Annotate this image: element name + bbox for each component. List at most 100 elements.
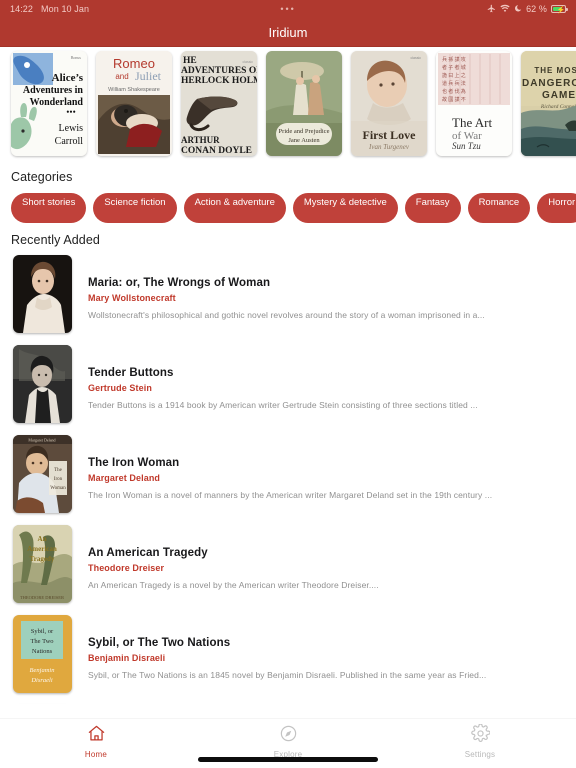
- categories-heading: Categories: [11, 170, 73, 184]
- svg-text:GAME: GAME: [542, 90, 576, 101]
- category-chip-horror[interactable]: Horror: [537, 193, 576, 223]
- list-item-title: Tender Buttons: [88, 367, 174, 379]
- svg-text:也 者 伐 為: 也 者 伐 為: [442, 88, 466, 95]
- home-indicator[interactable]: [198, 757, 378, 762]
- recently-added-heading: Recently Added: [11, 233, 100, 247]
- featured-books-carousel[interactable]: Bonus Alice’s Adventures in Wonderland •…: [0, 47, 576, 160]
- svg-text:The Art: The Art: [452, 115, 492, 130]
- book-cover-most-dangerous-game[interactable]: THE MOST DANGEROUS GAME Richard Connell: [521, 51, 576, 156]
- do-not-disturb-icon: [514, 4, 522, 15]
- svg-text:道 兵 兵 法: 道 兵 兵 法: [442, 80, 466, 87]
- svg-text:Ivan Turgenev: Ivan Turgenev: [368, 143, 410, 151]
- svg-text:HERLOCK HOLME: HERLOCK HOLME: [181, 76, 257, 86]
- list-item[interactable]: Maria: or, The Wrongs of Woman Mary Woll…: [0, 255, 576, 345]
- list-item-text: An American Tragedy Theodore Dreiser An …: [72, 525, 379, 590]
- svg-text:•••: •••: [66, 107, 75, 117]
- svg-text:ARTHUR: ARTHUR: [181, 135, 220, 145]
- book-thumbnail-american-tragedy[interactable]: An American Tragedy THEODORE DREISER: [13, 525, 72, 603]
- book-cover-alice[interactable]: Bonus Alice’s Adventures in Wonderland •…: [11, 51, 87, 156]
- book-cover-pride-and-prejudice[interactable]: Pride and Prejudice Jane Austen: [266, 51, 342, 156]
- book-cover-romeo-and-juliet[interactable]: Romeo and Juliet William Shakespeare: [96, 51, 172, 156]
- tab-home[interactable]: Home: [0, 724, 192, 759]
- svg-text:THEODORE DREISER: THEODORE DREISER: [20, 595, 64, 600]
- tab-settings[interactable]: Settings: [384, 723, 576, 759]
- wifi-icon: [500, 4, 510, 15]
- svg-text:Juliet: Juliet: [135, 69, 162, 83]
- list-item-title: Sybil, or The Two Nations: [88, 637, 231, 649]
- list-item[interactable]: An American Tragedy THEODORE DREISER An …: [0, 525, 576, 615]
- svg-text:First Love: First Love: [363, 128, 417, 142]
- svg-text:The: The: [54, 468, 63, 473]
- svg-text:Jane Austen: Jane Austen: [288, 137, 320, 144]
- list-item-author: Mary Wollstonecraft: [88, 293, 176, 303]
- svg-text:Sun Tzu: Sun Tzu: [452, 141, 481, 151]
- list-item-description: The Iron Woman is a novel of manners by …: [88, 490, 493, 500]
- svg-text:classic: classic: [242, 60, 253, 64]
- svg-text:THE MOST: THE MOST: [534, 66, 576, 75]
- book-cover-art-of-war[interactable]: 兵 孫 謀 攻者 子 者 城 詭 曰 上 之道 兵 兵 法 也 者 伐 為故 國…: [436, 51, 512, 156]
- svg-text:Disraeli: Disraeli: [30, 677, 53, 684]
- list-item-author: Theodore Dreiser: [88, 563, 165, 573]
- svg-text:American: American: [27, 545, 57, 553]
- book-thumbnail-sybil[interactable]: Sybil, or The Two Nations Benjamin Disra…: [13, 615, 72, 693]
- svg-text:ADVENTURES OF: ADVENTURES OF: [181, 66, 257, 76]
- book-cover-sherlock-holmes[interactable]: HE ADVENTURES OF HERLOCK HOLME classic A…: [181, 51, 257, 156]
- list-item[interactable]: Margaret Deland The Iron Woman The Iron …: [0, 435, 576, 525]
- svg-text:者 子 者 城: 者 子 者 城: [442, 64, 466, 71]
- compass-icon: [279, 724, 298, 748]
- dynamic-island-dots-icon: •••: [280, 4, 296, 14]
- svg-text:詭 曰 上 之: 詭 曰 上 之: [442, 72, 466, 79]
- list-item-description: Wollstonecraft's philosophical and gothi…: [88, 310, 485, 320]
- list-item-description: An American Tragedy is a novel by the Am…: [88, 580, 379, 590]
- category-chip-romance[interactable]: Romance: [467, 193, 531, 223]
- category-chip-short-stories[interactable]: Short stories: [11, 193, 87, 223]
- list-item[interactable]: Sybil, or The Two Nations Benjamin Disra…: [0, 615, 576, 704]
- page-title: Iridium: [268, 24, 308, 40]
- book-cover-first-love[interactable]: classic First Love Ivan Turgenev: [351, 51, 427, 156]
- svg-text:Adventures in: Adventures in: [23, 85, 84, 96]
- list-item[interactable]: Tender Buttons Gertrude Stein Tender But…: [0, 345, 576, 435]
- airplane-icon: [487, 4, 496, 15]
- list-item-text: Sybil, or The Two Nations Benjamin Disra…: [72, 615, 486, 680]
- svg-text:Tragedy: Tragedy: [30, 555, 55, 563]
- svg-text:Sybil, or: Sybil, or: [31, 628, 54, 635]
- recently-added-list[interactable]: Maria: or, The Wrongs of Woman Mary Woll…: [0, 247, 576, 704]
- svg-text:HE: HE: [183, 56, 197, 66]
- charging-bolt-icon: ⚡: [556, 6, 566, 14]
- category-chip-mystery-detective[interactable]: Mystery & detective: [292, 193, 398, 223]
- category-chip-science-fiction[interactable]: Science fiction: [93, 193, 177, 223]
- list-item-text: Maria: or, The Wrongs of Woman Mary Woll…: [72, 255, 485, 320]
- list-item-text: The Iron Woman Margaret Deland The Iron …: [72, 435, 492, 500]
- book-thumbnail-maria[interactable]: [13, 255, 72, 333]
- list-item-text: Tender Buttons Gertrude Stein Tender But…: [72, 345, 478, 410]
- tab-home-label: Home: [84, 750, 108, 759]
- svg-text:Pride and Prejudice: Pride and Prejudice: [279, 128, 330, 135]
- bottom-tab-bar[interactable]: Home Explore Settings: [0, 719, 576, 768]
- svg-text:The Two: The Two: [30, 638, 53, 645]
- svg-text:Nations: Nations: [32, 648, 53, 655]
- tab-explore[interactable]: Explore: [192, 724, 384, 759]
- svg-text:Woman: Woman: [50, 486, 66, 491]
- status-bar-center: •••: [89, 4, 487, 14]
- battery-percent-label: 62 %: [526, 4, 547, 14]
- list-item-author: Benjamin Disraeli: [88, 653, 166, 663]
- svg-text:CONAN DOYLE: CONAN DOYLE: [181, 146, 252, 156]
- list-item-author: Margaret Deland: [88, 473, 161, 483]
- list-item-author: Gertrude Stein: [88, 383, 152, 393]
- list-item-title: The Iron Woman: [88, 457, 180, 469]
- app-nav-bar: Iridium: [0, 18, 576, 47]
- status-bar-right: 62 % ⚡: [487, 4, 568, 15]
- svg-text:兵 孫 謀 攻: 兵 孫 謀 攻: [442, 56, 466, 63]
- list-item-title: An American Tragedy: [88, 547, 208, 559]
- battery-icon: ⚡: [551, 5, 568, 14]
- svg-text:William Shakespeare: William Shakespeare: [108, 87, 160, 93]
- category-chip-action-adventure[interactable]: Action & adventure: [183, 193, 286, 223]
- gear-icon: [470, 723, 491, 748]
- svg-text:Bonus: Bonus: [71, 55, 82, 60]
- book-thumbnail-iron-woman[interactable]: Margaret Deland The Iron Woman: [13, 435, 72, 513]
- list-item-title: Maria: or, The Wrongs of Woman: [88, 277, 271, 289]
- book-thumbnail-tender-buttons[interactable]: [13, 345, 72, 423]
- svg-text:Margaret Deland: Margaret Deland: [28, 438, 55, 443]
- categories-chip-row[interactable]: Short stories Science fiction Action & a…: [0, 184, 576, 223]
- category-chip-fantasy[interactable]: Fantasy: [404, 193, 461, 223]
